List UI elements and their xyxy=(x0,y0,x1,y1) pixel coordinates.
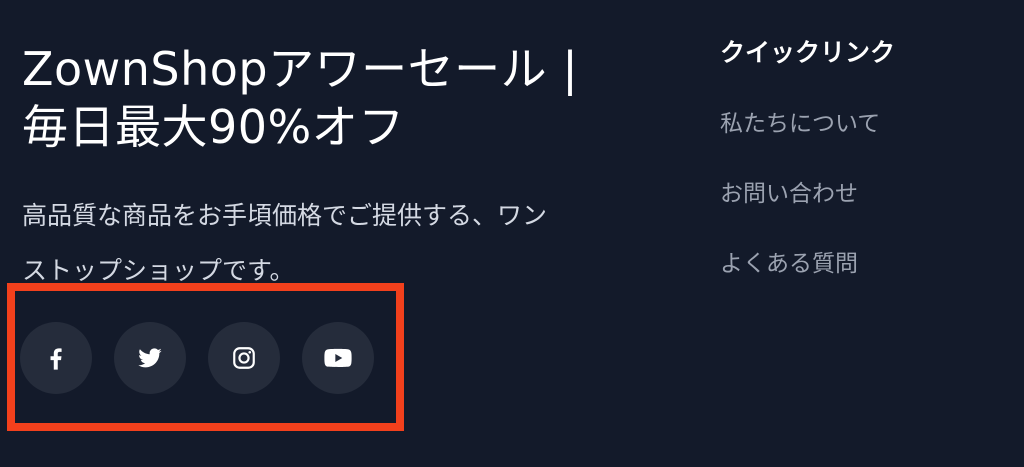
youtube-button[interactable] xyxy=(302,322,374,394)
facebook-icon xyxy=(50,348,62,370)
brand-headline: ZownShopアワーセール | 毎日最大90%オフ xyxy=(22,40,662,156)
quick-links: クイックリンク 私たちについて お問い合わせ よくある質問 xyxy=(720,36,895,317)
brand-description: 高品質な商品をお手頃価格でご提供する、ワン ストップショップです。 xyxy=(22,188,642,298)
brand-headline-line1: ZownShopアワーセール | xyxy=(22,42,579,96)
link-contact[interactable]: お問い合わせ xyxy=(720,181,858,207)
twitter-button[interactable] xyxy=(114,322,186,394)
quick-links-list: 私たちについて お問い合わせ よくある質問 xyxy=(720,107,895,283)
link-faq[interactable]: よくある質問 xyxy=(720,251,858,277)
list-item: 私たちについて xyxy=(720,107,895,143)
social-links xyxy=(20,322,374,394)
link-about-us[interactable]: 私たちについて xyxy=(720,111,880,137)
twitter-icon xyxy=(138,348,162,368)
instagram-button[interactable] xyxy=(208,322,280,394)
instagram-icon xyxy=(233,347,255,369)
facebook-button[interactable] xyxy=(20,322,92,394)
brand-description-line1: 高品質な商品をお手頃価格でご提供する、ワン xyxy=(22,201,548,230)
quick-links-title: クイックリンク xyxy=(720,38,896,67)
list-item: お問い合わせ xyxy=(720,177,895,213)
list-item: よくある質問 xyxy=(720,247,895,283)
footer-brand: ZownShopアワーセール | 毎日最大90%オフ 高品質な商品をお手頃価格で… xyxy=(22,40,662,298)
youtube-icon xyxy=(324,348,352,368)
brand-description-line2: ストップショップです。 xyxy=(22,256,295,285)
brand-headline-line2: 毎日最大90%オフ xyxy=(22,100,405,154)
